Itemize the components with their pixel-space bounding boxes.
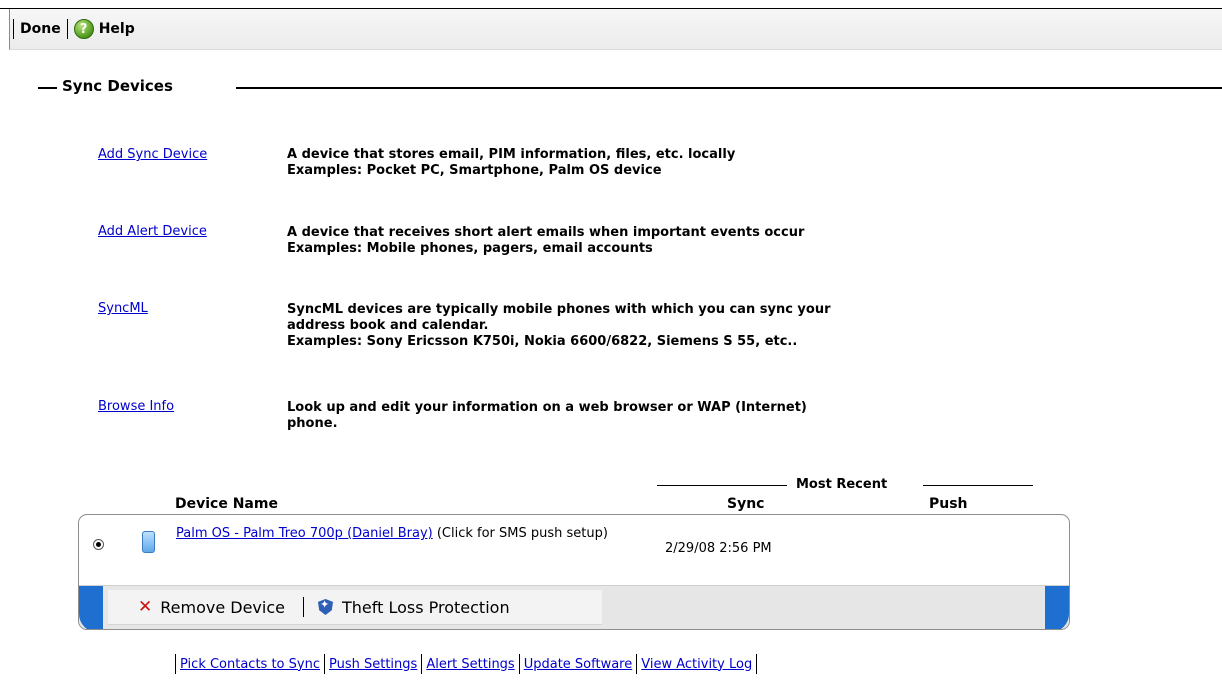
- remove-device-button[interactable]: ✕ Remove Device: [108, 597, 285, 617]
- description-line: A device that stores email, PIM informat…: [287, 147, 736, 162]
- browse-info-description: Look up and edit your information on a w…: [287, 400, 807, 432]
- description-line: A device that receives short alert email…: [287, 225, 805, 240]
- mobile-phone-icon: [142, 531, 155, 553]
- syncml-link[interactable]: SyncML: [98, 301, 148, 316]
- add-sync-device-description: A device that stores email, PIM informat…: [287, 147, 735, 179]
- description-line: Examples: Sony Ericsson K750i, Nokia 660…: [287, 334, 798, 349]
- link-separator: [636, 654, 638, 674]
- column-header-push: Push: [929, 496, 968, 512]
- theft-loss-protection-button[interactable]: Theft Loss Protection: [317, 597, 510, 617]
- window-top-edge: [0, 0, 1222, 9]
- view-activity-log-link[interactable]: View Activity Log: [641, 657, 752, 672]
- link-separator: [175, 654, 176, 674]
- link-separator: [518, 654, 520, 674]
- done-button[interactable]: Done: [20, 21, 61, 37]
- description-line: phone.: [287, 416, 338, 431]
- link-separator: [323, 654, 325, 674]
- section-rule-left: [38, 87, 57, 89]
- footer-links: Pick Contacts to Sync Push Settings Aler…: [171, 654, 761, 674]
- theft-loss-protection-label: Theft Loss Protection: [341, 597, 510, 617]
- toolbar-separator: [66, 19, 68, 39]
- remove-device-label: Remove Device: [160, 597, 285, 617]
- section-rule-right: [236, 87, 1222, 89]
- description-line: Examples: Mobile phones, pagers, email a…: [287, 241, 653, 256]
- toolbar-separator: [13, 19, 14, 39]
- action-button-strip: ✕ Remove Device Theft Loss Protection: [108, 590, 602, 625]
- device-select-radio[interactable]: [93, 539, 104, 550]
- link-separator: [756, 654, 758, 674]
- device-name: Palm OS - Palm Treo 700p (Daniel Bray) (…: [176, 525, 646, 542]
- column-header-device-name: Device Name: [175, 496, 278, 512]
- action-bar-left-cap: [79, 586, 103, 629]
- most-recent-header: Most Recent: [796, 477, 888, 492]
- device-name-link[interactable]: Palm OS - Palm Treo 700p (Daniel Bray): [176, 526, 433, 541]
- device-last-sync: 2/29/08 2:56 PM: [665, 541, 772, 556]
- table-row: Palm OS - Palm Treo 700p (Daniel Bray) (…: [79, 515, 1069, 585]
- update-software-link[interactable]: Update Software: [524, 657, 633, 672]
- browse-info-link[interactable]: Browse Info: [98, 399, 174, 414]
- help-icon: ?: [73, 19, 94, 39]
- syncml-description: SyncML devices are typically mobile phon…: [287, 302, 831, 350]
- add-alert-device-link[interactable]: Add Alert Device: [98, 224, 207, 239]
- most-recent-rule-left: [657, 485, 787, 486]
- help-button[interactable]: ? Help: [73, 19, 135, 39]
- link-separator: [421, 654, 423, 674]
- column-header-sync: Sync: [727, 496, 765, 512]
- description-line: address book and calendar.: [287, 318, 489, 333]
- device-action-bar: ✕ Remove Device Theft Loss Protection: [79, 585, 1069, 629]
- section-title: Sync Devices: [62, 77, 173, 95]
- toolbar: Done ? Help: [9, 9, 1222, 50]
- device-name-hint: (Click for SMS push setup): [432, 526, 608, 541]
- remove-x-icon: ✕: [138, 597, 153, 617]
- action-separator: [302, 597, 304, 617]
- help-label: Help: [98, 21, 135, 37]
- push-settings-link[interactable]: Push Settings: [329, 657, 417, 672]
- shield-icon: [317, 599, 333, 615]
- pick-contacts-link[interactable]: Pick Contacts to Sync: [180, 657, 320, 672]
- action-bar-right-cap: [1045, 586, 1069, 629]
- description-line: Examples: Pocket PC, Smartphone, Palm OS…: [287, 163, 662, 178]
- description-line: SyncML devices are typically mobile phon…: [287, 302, 831, 317]
- device-list: Palm OS - Palm Treo 700p (Daniel Bray) (…: [78, 514, 1070, 630]
- alert-settings-link[interactable]: Alert Settings: [426, 657, 514, 672]
- description-line: Look up and edit your information on a w…: [287, 400, 807, 415]
- add-alert-device-description: A device that receives short alert email…: [287, 225, 804, 257]
- add-sync-device-link[interactable]: Add Sync Device: [98, 147, 207, 162]
- most-recent-rule-right: [923, 485, 1033, 486]
